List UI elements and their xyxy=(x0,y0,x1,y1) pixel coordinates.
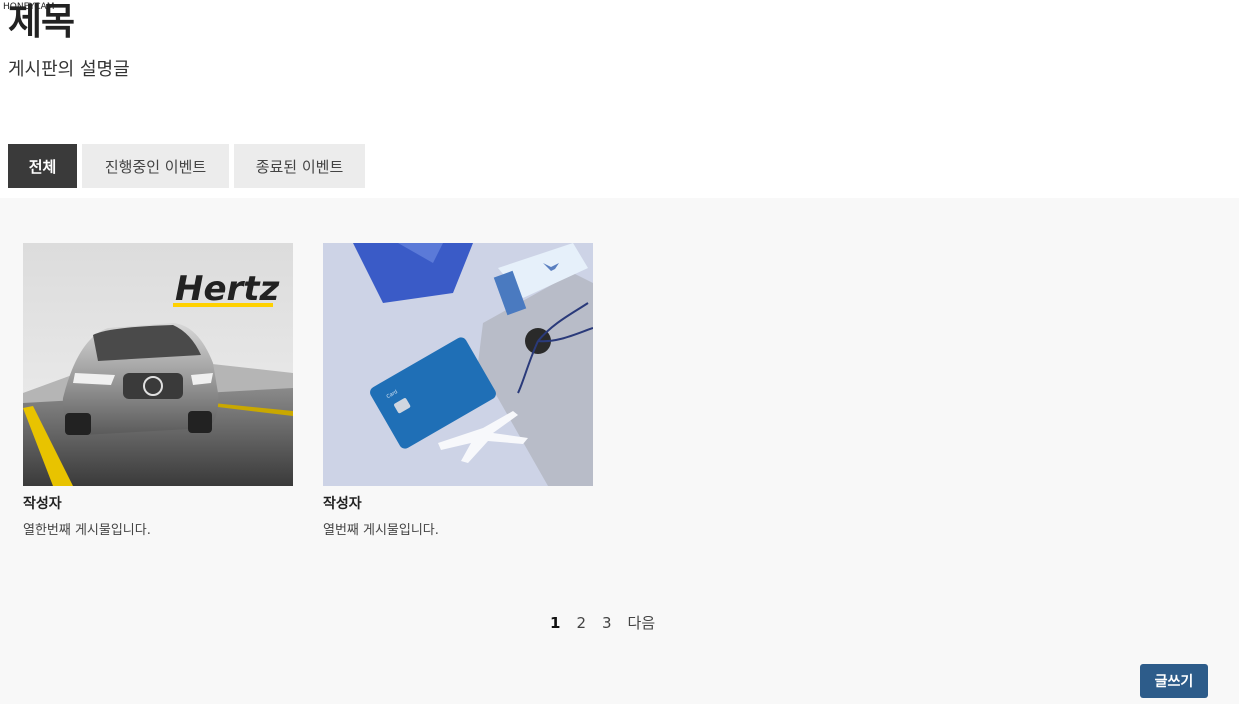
hertz-logo: Hertz xyxy=(173,269,280,309)
post-thumbnail-car[interactable]: Hertz xyxy=(23,243,293,486)
page-link-1[interactable]: 1 xyxy=(542,612,568,634)
tab-ongoing-events[interactable]: 진행중인 이벤트 xyxy=(82,144,229,188)
post-card[interactable]: Card 작성자 열번째 게시물입니다. xyxy=(323,243,593,539)
tab-all[interactable]: 전체 xyxy=(8,144,77,188)
watermark-text: HONEYCAM xyxy=(3,2,55,12)
post-author[interactable]: 작성자 xyxy=(23,495,293,513)
category-tabs: 전체 진행중인 이벤트 종료된 이벤트 xyxy=(8,144,365,188)
post-card[interactable]: Hertz 작성자 열한번째 게시물입니다. xyxy=(23,243,293,539)
page-link-3[interactable]: 3 xyxy=(594,612,620,634)
car-image: Hertz xyxy=(23,243,293,486)
tab-ended-events[interactable]: 종료된 이벤트 xyxy=(234,144,365,188)
post-excerpt[interactable]: 열한번째 게시물입니다. xyxy=(23,522,293,539)
post-author[interactable]: 작성자 xyxy=(323,495,593,513)
post-gallery: Hertz 작성자 열한번째 게시물입니다. Card 작성자 열번째 게시물입… xyxy=(0,198,1239,704)
travel-card-image: Card xyxy=(323,243,593,486)
post-thumbnail-travel[interactable]: Card xyxy=(323,243,593,486)
page-link-2[interactable]: 2 xyxy=(568,612,594,634)
board-description: 게시판의 설명글 xyxy=(8,59,130,80)
write-post-button[interactable]: 글쓰기 xyxy=(1140,664,1208,698)
next-page-link[interactable]: 다음 xyxy=(620,612,664,634)
post-excerpt[interactable]: 열번째 게시물입니다. xyxy=(323,522,593,539)
